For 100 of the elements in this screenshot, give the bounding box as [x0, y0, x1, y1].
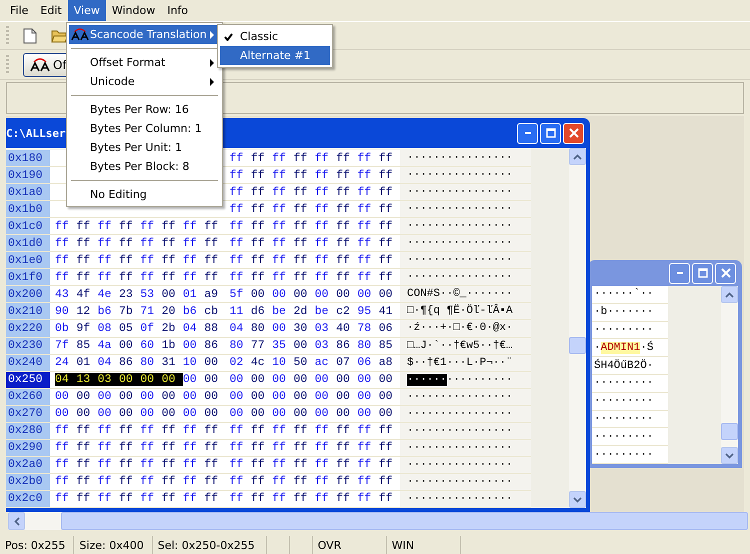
highlighted-text: ADMIN1: [600, 342, 640, 354]
hex-byte: ff: [378, 152, 394, 165]
hex-byte: ff: [118, 475, 134, 488]
hex-byte: ff: [98, 236, 112, 250]
hex-byte: ff: [250, 424, 266, 438]
hex-byte: ff: [357, 458, 372, 472]
maximize-button[interactable]: [692, 262, 713, 284]
menu-option[interactable]: Scancode Translation: [69, 25, 220, 44]
hex-byte: 53: [140, 288, 156, 301]
hex-byte: ff: [76, 475, 92, 488]
hex-byte: 85: [378, 339, 394, 352]
offset-label: 0x2b0: [6, 474, 50, 490]
hex-byte: ff: [118, 220, 134, 233]
menu-item[interactable]: Window: [106, 0, 162, 21]
menu-item[interactable]: Info: [161, 0, 194, 21]
hex-byte: ff: [140, 270, 156, 284]
hex-byte: 00: [336, 373, 351, 386]
hex-byte: ff: [140, 254, 156, 267]
hex-byte: ff: [250, 441, 266, 454]
hex-byte: ff: [162, 254, 176, 267]
hex-byte: ff: [293, 270, 308, 284]
hex-byte: ff: [140, 220, 156, 233]
menu-item[interactable]: Edit: [34, 0, 68, 21]
hex-byte: ff: [55, 475, 70, 488]
hex-byte: 2b: [162, 322, 176, 335]
hex-byte: 00: [140, 407, 156, 420]
hex-byte: 00: [378, 373, 394, 386]
open-folder-icon[interactable]: [51, 28, 69, 43]
hex-byte: 00: [55, 390, 70, 404]
hex-byte: ff: [204, 236, 219, 250]
maximize-icon: [546, 128, 556, 138]
hex-byte: 01: [76, 356, 92, 370]
hex-byte: ff: [98, 424, 112, 438]
menu-option[interactable]: Bytes Per Block: 8: [69, 157, 220, 176]
ascii-text: ················: [407, 424, 513, 437]
menu-option[interactable]: Classic: [220, 27, 330, 46]
hex-byte: ff: [378, 458, 394, 472]
maximize-button[interactable]: [540, 122, 561, 144]
menu-option[interactable]: Bytes Per Row: 16: [69, 100, 220, 119]
vertical-scrollbar[interactable]: [569, 148, 586, 508]
hex-byte: 4f: [76, 288, 92, 301]
hex-byte: 04: [98, 356, 112, 370]
menu-option[interactable]: Alternate #1: [220, 46, 330, 65]
vertical-scrollbar[interactable]: [721, 286, 738, 464]
hex-byte: ff: [293, 458, 308, 472]
hex-byte: ff: [272, 186, 287, 199]
hex-byte: 00: [378, 288, 394, 301]
hex-byte: ff: [378, 186, 394, 199]
submenu-arrow-icon: [210, 78, 214, 86]
hex-byte: 78: [357, 322, 372, 335]
hex-byte: ff: [204, 492, 219, 506]
ascii-text: ················: [407, 492, 513, 505]
hex-byte: 02: [230, 356, 244, 370]
hex-byte: 00: [314, 390, 330, 404]
maximize-icon: [698, 268, 708, 278]
scroll-thumb[interactable]: [721, 423, 738, 440]
hex-byte: ff: [314, 152, 330, 165]
hex-byte: ff: [293, 152, 308, 165]
hex-byte: 7f: [55, 339, 70, 352]
hex-byte: 00: [314, 288, 330, 301]
ascii-text: ················: [407, 186, 513, 198]
hex-byte: 11: [230, 304, 244, 318]
menu-option[interactable]: Bytes Per Column: 1: [69, 119, 220, 138]
hex-byte: ff: [272, 254, 287, 267]
minimize-icon: [524, 132, 530, 134]
hex-byte: 06: [378, 322, 394, 335]
hex-byte: ff: [55, 270, 70, 284]
minimize-button[interactable]: [517, 122, 538, 144]
hex-byte: c2: [336, 304, 351, 318]
menu-option[interactable]: No Editing: [69, 185, 220, 204]
ascii-text: ·········: [594, 430, 654, 443]
hex-byte: 00: [357, 407, 372, 420]
hex-byte: ff: [230, 441, 244, 454]
close-button[interactable]: [715, 262, 736, 284]
hex-byte: ff: [357, 186, 372, 199]
hex-byte: 50: [293, 356, 308, 370]
new-file-icon[interactable]: [23, 28, 37, 44]
menu-item[interactable]: File: [4, 0, 34, 21]
hex-byte: ff: [272, 236, 287, 250]
hex-byte: ff: [357, 202, 372, 216]
hex-byte: ff: [378, 441, 394, 454]
hex-byte: 13: [76, 373, 98, 386]
status-text: Pos: 0x255: [0, 536, 74, 554]
hex-byte: ff: [98, 475, 112, 488]
ascii-text: ·········: [594, 448, 654, 461]
minimize-button[interactable]: [669, 262, 690, 284]
menu-item[interactable]: View: [68, 0, 106, 21]
hex-byte: 80: [357, 339, 372, 352]
hex-byte: 03: [314, 339, 330, 352]
hex-byte: ff: [162, 475, 176, 488]
hex-byte: 00: [272, 288, 287, 301]
close-button[interactable]: [563, 122, 584, 144]
hex-byte: ff: [230, 254, 244, 267]
scroll-thumb[interactable]: [569, 337, 586, 354]
hex-byte: 20: [162, 304, 176, 318]
hex-byte: ff: [336, 220, 351, 233]
ascii-text: ················: [407, 271, 513, 284]
menu-option[interactable]: Bytes Per Unit: 1: [69, 138, 220, 157]
hex-byte: ff: [140, 458, 156, 472]
offset-label: 0x230: [6, 338, 50, 354]
